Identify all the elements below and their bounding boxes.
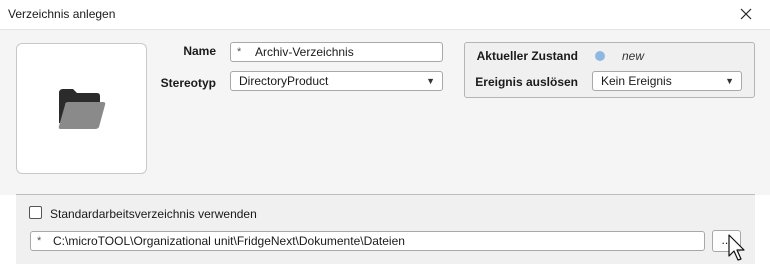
chevron-down-icon: ▼ xyxy=(426,76,435,86)
default-directory-label[interactable]: Standardarbeitsverzeichnis verwenden xyxy=(50,207,257,221)
chevron-down-icon: ▼ xyxy=(725,76,734,86)
current-state-value: new xyxy=(622,49,645,63)
required-marker: * xyxy=(237,46,242,58)
title-bar: Verzeichnis anlegen xyxy=(0,0,770,30)
directory-section xyxy=(16,195,755,264)
stereotype-label: Stereotyp xyxy=(160,76,216,90)
stereotype-select[interactable]: DirectoryProduct ▼ xyxy=(230,71,443,91)
name-input[interactable]: * Archiv-Verzeichnis xyxy=(230,42,443,62)
mouse-pointer-icon xyxy=(728,234,745,261)
event-select[interactable]: Kein Ereignis ▼ xyxy=(592,71,742,91)
name-label: Name xyxy=(183,44,216,58)
event-value: Kein Ereignis xyxy=(601,74,672,88)
close-icon xyxy=(740,8,752,20)
element-icon-box xyxy=(16,43,147,174)
path-input[interactable]: * C:\microTOOL\Organizational unit\Fridg… xyxy=(30,231,705,251)
event-label: Ereignis auslösen xyxy=(475,75,578,89)
required-marker: * xyxy=(37,235,42,247)
current-state-label: Aktueller Zustand xyxy=(476,49,578,63)
stereotype-value: DirectoryProduct xyxy=(239,74,329,88)
folder-icon xyxy=(58,88,105,129)
close-button[interactable] xyxy=(734,3,758,25)
name-value: Archiv-Verzeichnis xyxy=(255,45,354,59)
default-directory-checkbox[interactable] xyxy=(29,206,42,219)
window-title: Verzeichnis anlegen xyxy=(8,7,116,21)
path-value: C:\microTOOL\Organizational unit\FridgeN… xyxy=(53,234,405,248)
state-indicator-icon xyxy=(595,51,605,61)
